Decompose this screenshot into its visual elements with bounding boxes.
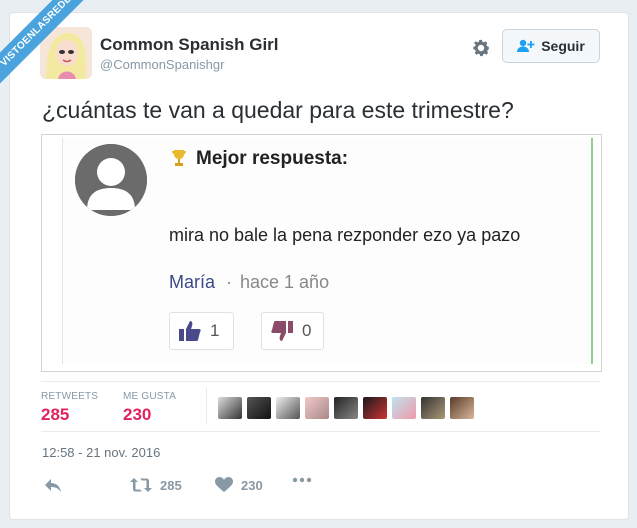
tweet-card: Common Spanish Girl @CommonSpanishgr Seg… <box>9 12 629 520</box>
account-handle[interactable]: @CommonSpanishgr <box>100 57 224 72</box>
liker-avatar[interactable] <box>363 397 387 419</box>
heart-icon <box>215 477 233 492</box>
answer-time: hace 1 año <box>240 272 330 292</box>
tweet-text: ¿cuántas te van a quedar para este trime… <box>42 97 514 123</box>
retweets-label: RETWEETS <box>41 391 99 402</box>
upvote-button: 1 <box>169 312 234 350</box>
liker-avatar[interactable] <box>450 397 474 419</box>
tweet-timestamp[interactable]: 12:58 - 21 nov. 2016 <box>42 445 160 460</box>
retweet-button[interactable]: 285 <box>130 477 182 493</box>
gear-icon[interactable] <box>470 37 492 59</box>
trophy-icon <box>171 149 187 167</box>
best-answer-label: Mejor respuesta: <box>196 148 349 169</box>
liker-avatar[interactable] <box>218 397 242 419</box>
likes-count[interactable]: 230 <box>123 405 151 425</box>
answer-text: mira no bale la pena rezponder ezo ya pa… <box>169 225 521 245</box>
likes-label: ME GUSTA <box>123 391 177 402</box>
liker-avatar[interactable] <box>305 397 329 419</box>
stats-divider <box>206 388 207 424</box>
liker-avatar[interactable] <box>276 397 300 419</box>
like-count: 230 <box>241 477 263 493</box>
upvote-count: 1 <box>210 321 220 340</box>
reply-button[interactable] <box>44 477 62 493</box>
liker-avatar[interactable] <box>334 397 358 419</box>
follow-label: Seguir <box>541 38 585 54</box>
user-silhouette-icon <box>75 144 147 216</box>
more-icon <box>292 477 312 483</box>
downvote-count: 0 <box>302 321 312 340</box>
add-user-icon <box>517 39 535 52</box>
retweets-count[interactable]: 285 <box>41 405 69 425</box>
more-button[interactable] <box>292 477 312 483</box>
answer-author: María <box>169 272 216 292</box>
retweet-count: 285 <box>160 477 182 493</box>
liker-avatar[interactable] <box>421 397 445 419</box>
thumbs-down-icon <box>271 321 293 341</box>
downvote-button: 0 <box>261 312 324 350</box>
tweet-stats: RETWEETS 285 ME GUSTA 230 <box>41 381 600 432</box>
account-name[interactable]: Common Spanish Girl <box>100 35 279 55</box>
separator: · <box>226 272 232 292</box>
like-button[interactable]: 230 <box>215 477 263 493</box>
answer-panel: Mejor respuesta: mira no bale la pena re… <box>62 138 593 364</box>
thumbs-up-icon <box>179 321 201 341</box>
retweet-icon <box>130 478 152 492</box>
liker-avatar[interactable] <box>247 397 271 419</box>
tweet-actions: 285 230 <box>42 477 602 499</box>
embedded-image[interactable]: Mejor respuesta: mira no bale la pena re… <box>41 134 602 372</box>
follow-button[interactable]: Seguir <box>502 29 600 63</box>
reply-icon <box>45 479 61 492</box>
liker-avatar[interactable] <box>392 397 416 419</box>
